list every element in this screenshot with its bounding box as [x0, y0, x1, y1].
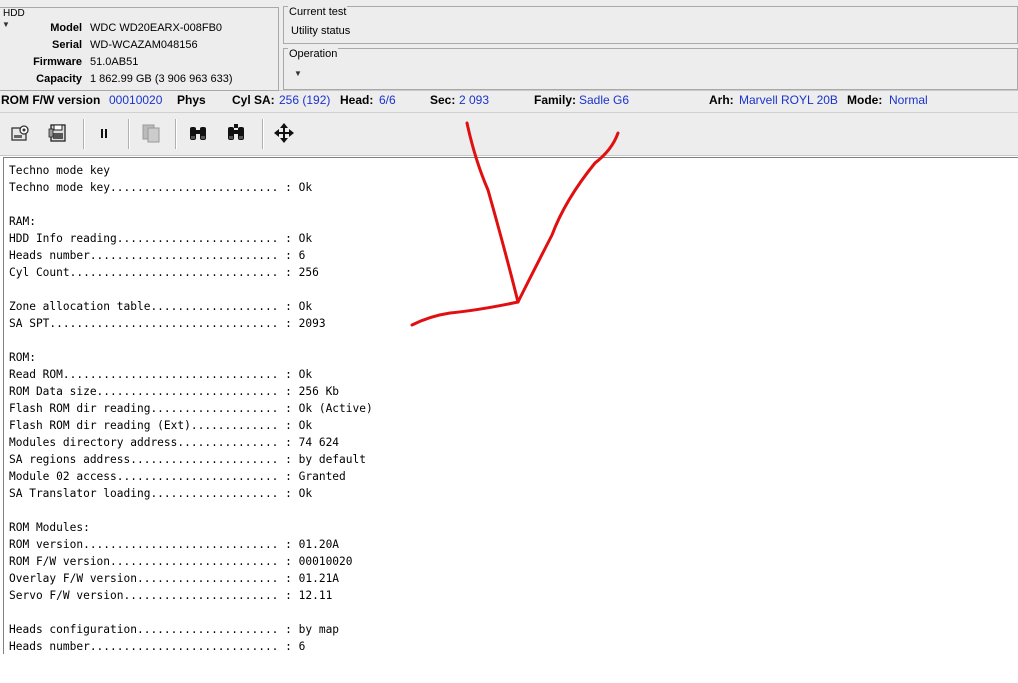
hdd-legend: HDD — [3, 8, 25, 19]
mode-value: Normal — [889, 93, 928, 107]
log-line: Module 02 access........................… — [9, 470, 346, 483]
sec-value: 2 093 — [459, 93, 490, 107]
drive-info-bar: ROM F/W version 00010020 Phys Cyl SA: 25… — [0, 91, 1018, 113]
log-line: Overlay F/W version.....................… — [9, 572, 340, 585]
log-line: Heads number............................… — [9, 249, 306, 262]
settings-disk-button[interactable] — [8, 121, 32, 145]
hdd-model-row: Model WDC WD20EARX-008FB0 — [0, 22, 278, 39]
binoculars-next-icon — [228, 124, 244, 140]
log-line: Techno mode key.........................… — [9, 181, 313, 194]
firmware-label: Firmware — [33, 56, 82, 68]
log-line: ROM F/W version.........................… — [9, 555, 353, 568]
capacity-label: Capacity — [36, 73, 82, 85]
firmware-value: 51.0AB51 — [90, 56, 139, 68]
model-value: WDC WD20EARX-008FB0 — [90, 22, 223, 34]
move-button[interactable] — [272, 121, 296, 145]
log-line: Heads number............................… — [9, 640, 306, 653]
current-test-group: Current test Utility status — [283, 6, 1018, 44]
head-value: 6/6 — [379, 93, 396, 107]
rom-fw-value: 00010020 — [109, 93, 163, 107]
serial-label: Serial — [52, 39, 82, 51]
binoculars-icon — [190, 127, 206, 140]
log-line: ROM version.............................… — [9, 538, 340, 551]
log-line: RAM: — [9, 215, 36, 228]
search-next-button[interactable] — [224, 121, 248, 145]
head-label: Head: — [340, 93, 374, 107]
hdd-group: HDD ▼ Model WDC WD20EARX-008FB0 Serial W… — [0, 7, 279, 91]
log-line: ROM Modules: — [9, 521, 90, 534]
save-disk-button[interactable] — [46, 121, 70, 145]
mode-label: Mode: — [847, 93, 883, 107]
settings-disk-icon — [11, 125, 29, 141]
log-line: Flash ROM dir reading...................… — [9, 402, 373, 415]
top-panel: HDD ▼ Model WDC WD20EARX-008FB0 Serial W… — [0, 0, 1018, 91]
toolbar-separator — [262, 119, 264, 149]
toolbar-separator — [128, 119, 130, 149]
arh-label: Arh: — [709, 93, 734, 107]
capacity-value: 1 862.99 GB (3 906 963 633) — [90, 73, 233, 85]
current-test-legend: Current test — [288, 6, 348, 18]
arh-value: Marvell ROYL 20B — [739, 93, 838, 107]
cyl-sa-value: 256 (192) — [279, 93, 331, 107]
operation-group: Operation ▼ — [283, 48, 1018, 90]
hdd-serial-row: Serial WD-WCAZAM048156 — [0, 39, 278, 56]
family-value: Sadle G6 — [579, 93, 630, 107]
toolbar — [0, 113, 1018, 156]
rom-fw-label: ROM F/W version — [1, 93, 101, 107]
pause-button[interactable] — [92, 121, 116, 145]
operation-legend: Operation — [288, 48, 339, 60]
log-output[interactable]: Techno mode key Techno mode key..........… — [3, 157, 1018, 654]
log-line: Read ROM................................… — [9, 368, 313, 381]
sec-label: Sec: — [430, 93, 456, 107]
hdd-capacity-row: Capacity 1 862.99 GB (3 906 963 633) — [0, 73, 278, 90]
copy-button[interactable] — [139, 121, 163, 145]
search-button[interactable] — [186, 121, 210, 145]
log-line: SA Translator loading...................… — [9, 487, 313, 500]
log-line: HDD Info reading........................… — [9, 232, 313, 245]
move-arrows-icon — [274, 123, 294, 143]
copy-icon — [142, 124, 160, 143]
operation-dropdown-icon[interactable]: ▼ — [294, 69, 302, 78]
toolbar-separator — [83, 119, 85, 149]
log-line: Techno mode key — [9, 164, 111, 177]
log-line: Modules directory address...............… — [9, 436, 340, 449]
serial-value: WD-WCAZAM048156 — [90, 39, 198, 51]
model-label: Model — [50, 22, 82, 34]
toolbar-separator — [175, 119, 177, 149]
log-line: Flash ROM dir reading (Ext).............… — [9, 419, 313, 432]
log-line: SA regions address......................… — [9, 453, 366, 466]
log-line: Heads configuration.....................… — [9, 623, 340, 636]
utility-status-text: Utility status — [291, 25, 351, 37]
hdd-firmware-row: Firmware 51.0AB51 — [0, 56, 278, 73]
log-line: Servo F/W version.......................… — [9, 589, 333, 602]
log-line: Zone allocation table...................… — [9, 300, 313, 313]
log-line: SA SPT..................................… — [9, 317, 326, 330]
log-line: ROM: — [9, 351, 36, 364]
phys-label[interactable]: Phys — [177, 93, 206, 107]
log-line: Cyl Count...............................… — [9, 266, 319, 279]
save-disk-icon — [48, 124, 66, 142]
family-label: Family: — [534, 93, 577, 107]
pause-icon — [101, 129, 107, 138]
log-line: ROM Data size...........................… — [9, 385, 340, 398]
cyl-sa-label: Cyl SA: — [232, 93, 275, 107]
